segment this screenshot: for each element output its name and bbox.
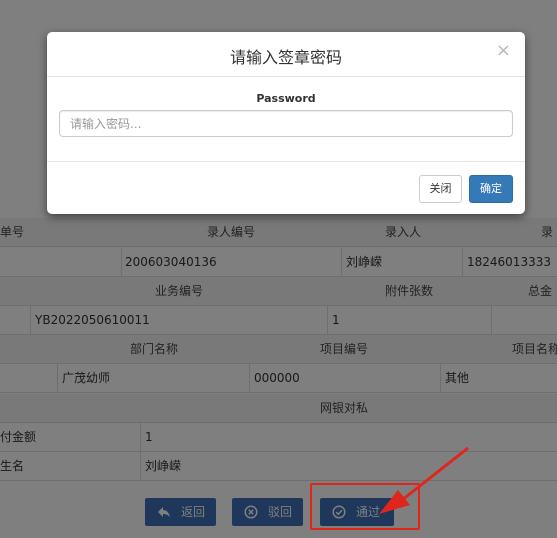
close-button[interactable]: 关闭 xyxy=(419,175,462,203)
confirm-button[interactable]: 确定 xyxy=(469,175,513,203)
dialog-footer: 关闭 确定 xyxy=(47,161,525,214)
dialog-title: 请输入签章密码 xyxy=(229,48,342,67)
password-label: Password xyxy=(256,92,316,105)
password-dialog: 请输入签章密码 × Password 关闭 确定 xyxy=(47,32,525,214)
password-input[interactable] xyxy=(59,110,513,137)
dialog-header: 请输入签章密码 × xyxy=(47,32,525,77)
close-icon[interactable]: × xyxy=(496,42,511,60)
